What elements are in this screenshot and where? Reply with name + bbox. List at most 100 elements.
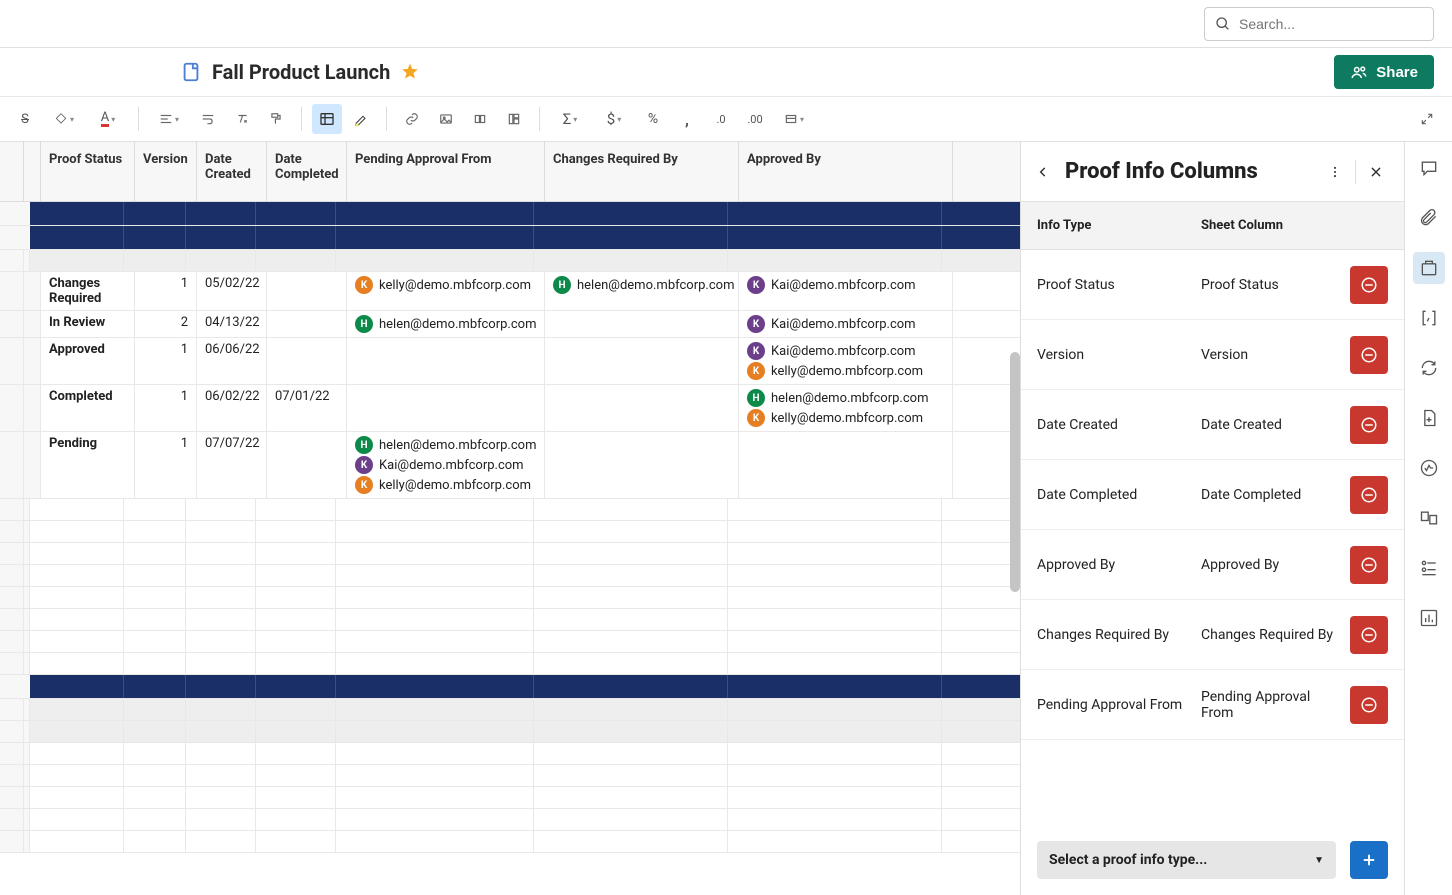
table-row[interactable] <box>0 675 1020 699</box>
table-row[interactable] <box>0 609 1020 631</box>
column-header-date-created[interactable]: Date Created <box>197 142 267 201</box>
cell-proof-status[interactable]: Completed <box>41 385 135 431</box>
cell-approved-by[interactable]: KKai@demo.mbfcorp.com <box>739 272 953 310</box>
cell-changes-required[interactable] <box>545 311 739 337</box>
functions-button[interactable]: Σ▾ <box>550 104 590 134</box>
percent-button[interactable]: % <box>638 104 668 134</box>
table-row[interactable] <box>0 809 1020 831</box>
text-color-button[interactable]: A▾ <box>88 104 128 134</box>
table-row[interactable] <box>0 699 1020 721</box>
cell-pending-approval[interactable]: Kkelly@demo.mbfcorp.com <box>347 272 545 310</box>
insert-button-2[interactable] <box>499 104 529 134</box>
image-button[interactable] <box>431 104 461 134</box>
column-header-approved-by[interactable]: Approved By <box>739 142 953 201</box>
table-row[interactable] <box>0 587 1020 609</box>
wrap-text-button[interactable] <box>193 104 223 134</box>
cell-version[interactable]: 1 <box>135 338 197 384</box>
rail-chart-button[interactable] <box>1413 602 1445 634</box>
table-row[interactable] <box>0 653 1020 675</box>
rail-proof-button[interactable] <box>1413 252 1445 284</box>
rail-add-file-button[interactable] <box>1413 402 1445 434</box>
align-button[interactable]: ▾ <box>149 104 189 134</box>
table-row[interactable]: Pending107/07/22 Hhelen@demo.mbfcorp.comK… <box>0 432 1020 499</box>
table-row[interactable] <box>0 831 1020 853</box>
rail-refresh-button[interactable] <box>1413 352 1445 384</box>
cell-proof-status[interactable]: Pending <box>41 432 135 498</box>
cell-proof-status[interactable]: In Review <box>41 311 135 337</box>
cell-changes-required[interactable]: Hhelen@demo.mbfcorp.com <box>545 272 739 310</box>
cell-proof-status[interactable]: Changes Required <box>41 272 135 310</box>
cell-date-created[interactable]: 05/02/22 <box>197 272 267 310</box>
decrease-decimal-button[interactable]: .0 <box>706 104 736 134</box>
table-row[interactable]: Approved106/06/22KKai@demo.mbfcorp.comKk… <box>0 338 1020 385</box>
panel-menu-button[interactable] <box>1321 158 1349 186</box>
column-header-pending-approval[interactable]: Pending Approval From <box>347 142 545 201</box>
cell-date-completed[interactable] <box>267 432 347 498</box>
remove-mapping-button[interactable] <box>1350 546 1388 584</box>
table-row[interactable] <box>0 499 1020 521</box>
proof-info-type-select[interactable]: Select a proof info type... ▼ <box>1037 841 1336 879</box>
table-row[interactable] <box>0 565 1020 587</box>
cell-date-created[interactable]: 06/02/22 <box>197 385 267 431</box>
column-header-changes-required[interactable]: Changes Required By <box>545 142 739 201</box>
add-column-button[interactable] <box>1350 841 1388 879</box>
strikethrough-button[interactable]: S <box>10 104 40 134</box>
share-button[interactable]: Share <box>1334 55 1434 89</box>
cell-approved-by[interactable]: KKai@demo.mbfcorp.comKkelly@demo.mbfcorp… <box>739 338 953 384</box>
cell-approved-by[interactable]: Hhelen@demo.mbfcorp.comKkelly@demo.mbfco… <box>739 385 953 431</box>
column-header-version[interactable]: Version <box>135 142 197 201</box>
table-row[interactable] <box>0 765 1020 787</box>
cell-date-completed[interactable] <box>267 272 347 310</box>
panel-close-button[interactable] <box>1362 158 1390 186</box>
table-row[interactable]: Completed106/02/2207/01/22 Hhelen@demo.mb… <box>0 385 1020 432</box>
remove-mapping-button[interactable] <box>1350 406 1388 444</box>
expand-button[interactable] <box>1412 104 1442 134</box>
table-row[interactable] <box>0 226 1020 250</box>
cell-pending-approval[interactable] <box>347 385 545 431</box>
insert-button-1[interactable] <box>465 104 495 134</box>
panel-back-button[interactable] <box>1029 158 1057 186</box>
cell-version[interactable]: 1 <box>135 432 197 498</box>
thousands-button[interactable]: , <box>672 104 702 134</box>
more-formats-button[interactable]: ▾ <box>774 104 814 134</box>
cell-date-created[interactable]: 07/07/22 <box>197 432 267 498</box>
cell-date-created[interactable]: 04/13/22 <box>197 311 267 337</box>
rail-cell-link-button[interactable] <box>1413 502 1445 534</box>
remove-mapping-button[interactable] <box>1350 616 1388 654</box>
cell-approved-by[interactable] <box>739 432 953 498</box>
column-header-proof-status[interactable]: Proof Status <box>41 142 135 201</box>
remove-mapping-button[interactable] <box>1350 686 1388 724</box>
cell-pending-approval[interactable]: Hhelen@demo.mbfcorp.com <box>347 311 545 337</box>
cell-date-completed[interactable]: 07/01/22 <box>267 385 347 431</box>
row-number-header[interactable] <box>0 142 24 201</box>
cell-version[interactable]: 2 <box>135 311 197 337</box>
table-row[interactable] <box>0 631 1020 653</box>
cell-pending-approval[interactable] <box>347 338 545 384</box>
cell-date-completed[interactable] <box>267 338 347 384</box>
table-row[interactable] <box>0 787 1020 809</box>
increase-decimal-button[interactable]: .00 <box>740 104 770 134</box>
column-header-date-completed[interactable]: Date Completed <box>267 142 347 201</box>
table-row[interactable] <box>0 721 1020 743</box>
scrollbar-thumb[interactable] <box>1010 352 1020 592</box>
table-row[interactable] <box>0 202 1020 226</box>
remove-mapping-button[interactable] <box>1350 476 1388 514</box>
currency-button[interactable]: $▾ <box>594 104 634 134</box>
cell-date-completed[interactable] <box>267 311 347 337</box>
clear-format-button[interactable] <box>227 104 257 134</box>
search-box[interactable] <box>1204 7 1434 41</box>
cell-changes-required[interactable] <box>545 385 739 431</box>
table-view-button[interactable] <box>312 104 342 134</box>
table-row[interactable] <box>0 250 1020 272</box>
highlighter-button[interactable] <box>346 104 376 134</box>
cell-pending-approval[interactable]: Hhelen@demo.mbfcorp.comKKai@demo.mbfcorp… <box>347 432 545 498</box>
rail-comments-button[interactable] <box>1413 152 1445 184</box>
table-row[interactable] <box>0 743 1020 765</box>
cell-version[interactable]: 1 <box>135 272 197 310</box>
search-input[interactable] <box>1239 16 1423 32</box>
grid-area[interactable]: Proof Status Version Date Created Date C… <box>0 142 1020 895</box>
rail-activity-button[interactable] <box>1413 452 1445 484</box>
table-row[interactable]: In Review204/13/22 Hhelen@demo.mbfcorp.co… <box>0 311 1020 338</box>
cell-version[interactable]: 1 <box>135 385 197 431</box>
table-row[interactable]: Changes Required105/02/22 Kkelly@demo.mbf… <box>0 272 1020 311</box>
